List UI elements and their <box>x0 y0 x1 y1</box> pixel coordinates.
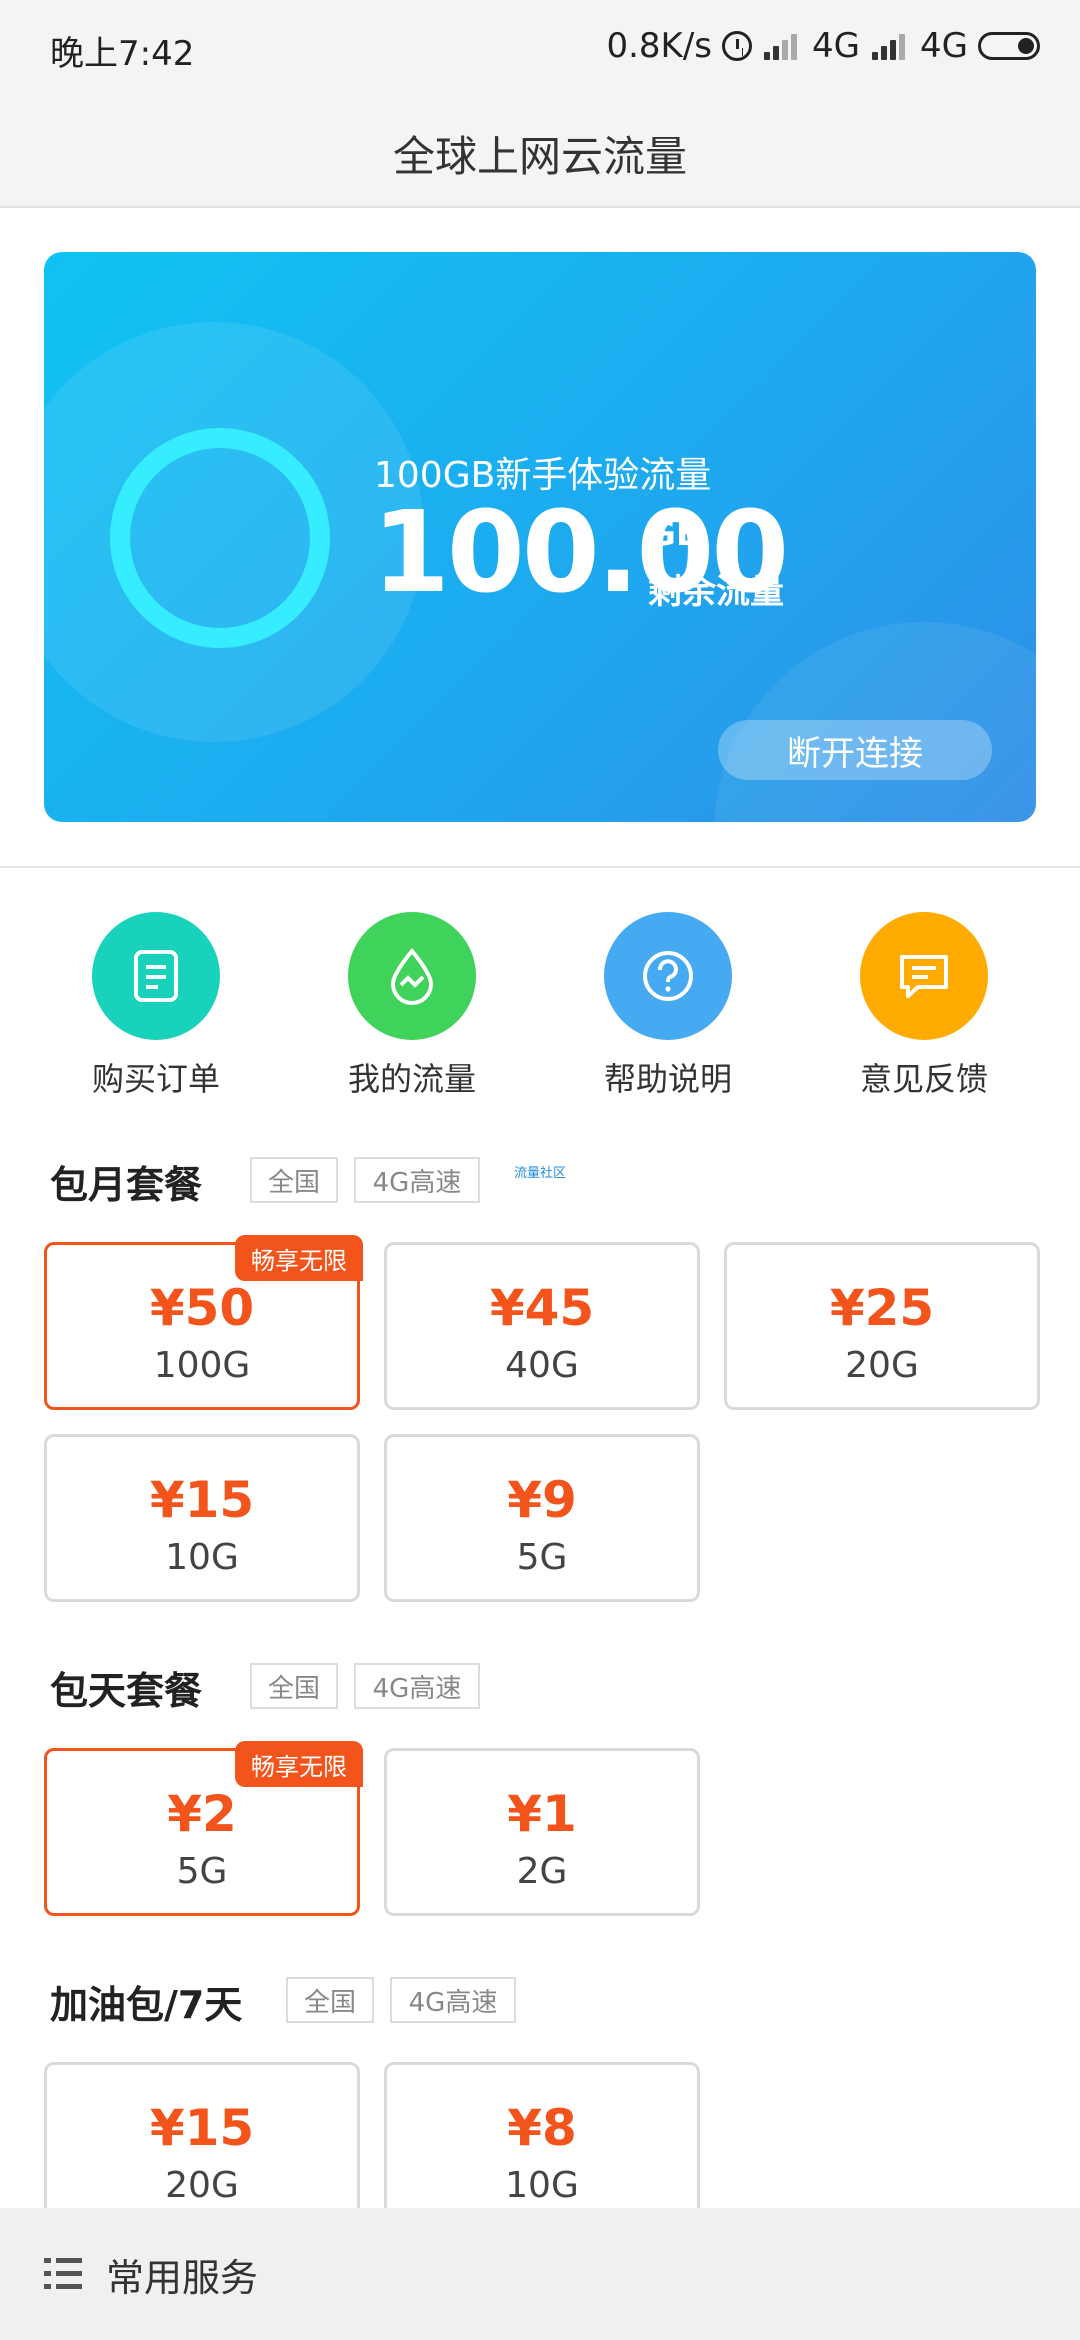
common-services-bar[interactable]: 常用服务 <box>0 2208 1080 2340</box>
net-speed: 0.8K/s <box>606 26 713 66</box>
shortcut-help[interactable]: 帮助说明 <box>568 912 768 1100</box>
shortcut-label: 我的流量 <box>347 1060 476 1098</box>
package-volume: 10G <box>165 1537 239 1578</box>
data-drop-icon <box>348 912 476 1040</box>
battery-icon <box>978 32 1040 60</box>
signal-icon <box>870 30 910 62</box>
disconnect-button[interactable]: 断开连接 <box>718 720 992 780</box>
package-price: ¥25 <box>829 1279 935 1337</box>
help-icon <box>604 912 732 1040</box>
status-bar: 晚上7:42 0.8K/s 4G 4G <box>0 0 1080 100</box>
menu-list-icon <box>44 2254 84 2294</box>
package-card[interactable]: ¥15 20G <box>44 2062 360 2230</box>
section-title-monthly: 包月套餐 <box>50 1163 203 1207</box>
section-title-boost: 加油包/7天 <box>50 1983 243 2027</box>
title-bar: 全球上网云流量 <box>0 100 1080 208</box>
shortcut-label: 意见反馈 <box>859 1060 988 1098</box>
tag-region: 全国 <box>250 1663 338 1709</box>
package-price: ¥1 <box>507 1785 577 1843</box>
package-volume: 2G <box>516 1851 568 1892</box>
alarm-icon <box>722 31 753 61</box>
package-volume: 100G <box>153 1345 251 1386</box>
package-card[interactable]: ¥1 2G <box>384 1748 700 1916</box>
package-price: ¥9 <box>507 1471 577 1529</box>
package-volume: 40G <box>505 1345 579 1386</box>
page-title: 全球上网云流量 <box>392 131 687 181</box>
package-price: ¥50 <box>149 1279 255 1337</box>
remaining-label: 剩余流量 <box>648 572 784 612</box>
package-card[interactable]: 畅享无限 ¥2 5G <box>44 1741 363 1916</box>
order-icon <box>92 912 220 1040</box>
network-type-2: 4G <box>920 26 968 66</box>
tag-speed: 4G高速 <box>354 1663 480 1709</box>
package-price: ¥8 <box>507 2099 577 2157</box>
shortcut-feedback[interactable]: 意见反馈 <box>824 912 1024 1100</box>
network-type-1: 4G <box>812 26 861 66</box>
package-card[interactable]: ¥15 10G <box>44 1434 360 1602</box>
section-title-daily: 包天套餐 <box>50 1669 203 1713</box>
signal-icon <box>762 30 802 62</box>
shortcut-purchase-orders[interactable]: 购买订单 <box>56 912 256 1100</box>
tag-region: 全国 <box>286 1977 374 2023</box>
divider <box>0 866 1080 868</box>
package-volume: 5G <box>516 1537 568 1578</box>
package-volume: 20G <box>845 1345 919 1386</box>
package-price: ¥45 <box>489 1279 595 1337</box>
package-card[interactable]: 畅享无限 ¥50 100G <box>44 1235 363 1410</box>
package-card[interactable]: ¥8 10G <box>384 2062 700 2230</box>
status-time: 晚上7:42 <box>50 34 195 74</box>
package-card[interactable]: ¥45 40G <box>384 1242 700 1410</box>
package-price: ¥2 <box>167 1785 237 1843</box>
package-price: ¥15 <box>149 2099 255 2157</box>
usage-ring-icon <box>110 428 330 648</box>
tag-speed: 4G高速 <box>354 1157 480 1203</box>
package-price: ¥15 <box>149 1471 255 1529</box>
shortcut-my-data[interactable]: 我的流量 <box>312 912 512 1100</box>
package-volume: 10G <box>505 2165 579 2206</box>
amount-unit: GB <box>648 514 702 554</box>
tag-speed: 4G高速 <box>390 1977 516 2023</box>
shortcut-label: 帮助说明 <box>603 1060 732 1098</box>
tag-region: 全国 <box>250 1157 338 1203</box>
unlimited-badge: 畅享无限 <box>235 1741 363 1787</box>
shortcut-label: 购买订单 <box>91 1060 220 1098</box>
data-balance-card: 100GB新手体验流量 100.00 GB 剩余流量 断开连接 <box>44 252 1036 822</box>
package-card[interactable]: ¥25 20G <box>724 1242 1040 1410</box>
community-link[interactable]: 流量社区 <box>514 1162 566 1181</box>
unlimited-badge: 畅享无限 <box>235 1235 363 1281</box>
package-volume: 20G <box>165 2165 239 2206</box>
status-icons: 0.8K/s 4G 4G <box>606 26 1040 66</box>
common-services-label: 常用服务 <box>106 2255 259 2300</box>
feedback-icon <box>860 912 988 1040</box>
package-card[interactable]: ¥9 5G <box>384 1434 700 1602</box>
package-volume: 5G <box>176 1851 228 1892</box>
